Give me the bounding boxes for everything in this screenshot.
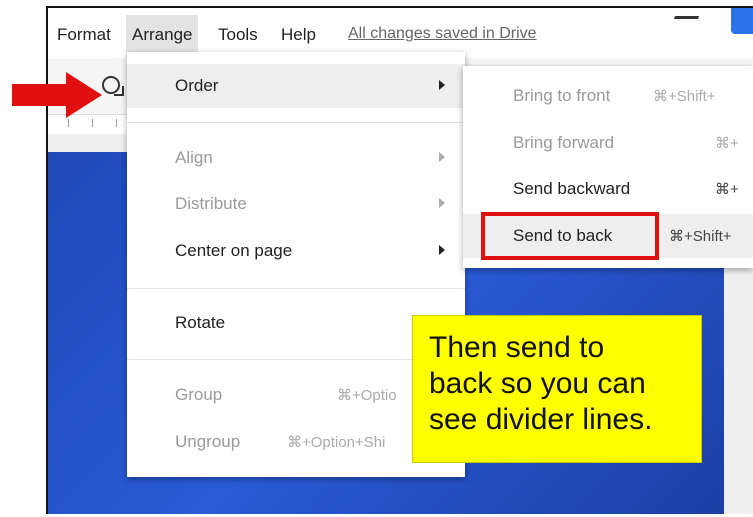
highlight-box <box>481 212 659 260</box>
toolbar-glyph-icon <box>673 8 703 19</box>
menu-bar: Format Arrange Tools Help All changes sa… <box>48 8 753 58</box>
menu-format[interactable]: Format <box>52 23 116 47</box>
menu-item-label: Rotate <box>175 313 226 332</box>
menu-help[interactable]: Help <box>276 23 321 47</box>
submenu-arrow-icon <box>439 152 445 162</box>
submenu-arrow-icon <box>439 80 445 90</box>
menu-item-order[interactable]: Order <box>127 64 465 108</box>
menu-item-shortcut: ⌘+Option+Shi <box>287 434 386 451</box>
menu-item-label: Order <box>175 76 219 95</box>
submenu-item-shortcut: ⌘+ <box>715 135 739 152</box>
menu-tools[interactable]: Tools <box>213 23 263 47</box>
menu-item-label: Distribute <box>175 194 247 213</box>
submenu-item-label: Bring forward <box>513 133 615 152</box>
menu-item-align[interactable]: Align <box>127 136 465 180</box>
menu-arrange[interactable]: Arrange <box>126 15 199 57</box>
submenu-item-bring-to-front[interactable]: Bring to front ⌘+Shift+ <box>463 74 753 118</box>
menu-item-label: Group <box>175 385 223 404</box>
ruler-tick <box>68 119 69 127</box>
ruler-tick <box>92 119 93 127</box>
submenu-item-label: Send backward <box>513 179 631 198</box>
menu-divider <box>127 122 465 123</box>
menu-item-shortcut: ⌘+Optio <box>337 387 397 404</box>
submenu-item-label: Bring to front <box>513 86 611 105</box>
menu-item-label: Center on page <box>175 241 293 260</box>
menu-item-center-on-page[interactable]: Center on page <box>127 229 465 273</box>
submenu-item-shortcut: ⌘+Shift+ <box>653 88 716 105</box>
menu-item-distribute[interactable]: Distribute <box>127 182 465 226</box>
menu-item-label: Align <box>175 148 213 167</box>
shape-tool-icon-tail <box>114 86 124 96</box>
arrow-shape <box>12 72 102 118</box>
red-arrow-icon <box>12 72 102 118</box>
submenu-item-shortcut: ⌘+ <box>715 181 739 198</box>
ruler-tick <box>116 119 117 127</box>
save-status-link[interactable]: All changes saved in Drive <box>348 25 537 43</box>
menu-divider <box>127 288 465 289</box>
submenu-arrow-icon <box>439 198 445 208</box>
submenu-item-send-backward[interactable]: Send backward ⌘+ <box>463 167 753 211</box>
submenu-item-shortcut: ⌘+Shift+ <box>669 228 732 245</box>
annotation-callout: Then send to back so you can see divider… <box>412 315 702 463</box>
menu-item-label: Ungroup <box>175 432 241 451</box>
share-button[interactable] <box>731 8 753 34</box>
submenu-arrow-icon <box>439 245 445 255</box>
submenu-item-bring-forward[interactable]: Bring forward ⌘+ <box>463 121 753 165</box>
